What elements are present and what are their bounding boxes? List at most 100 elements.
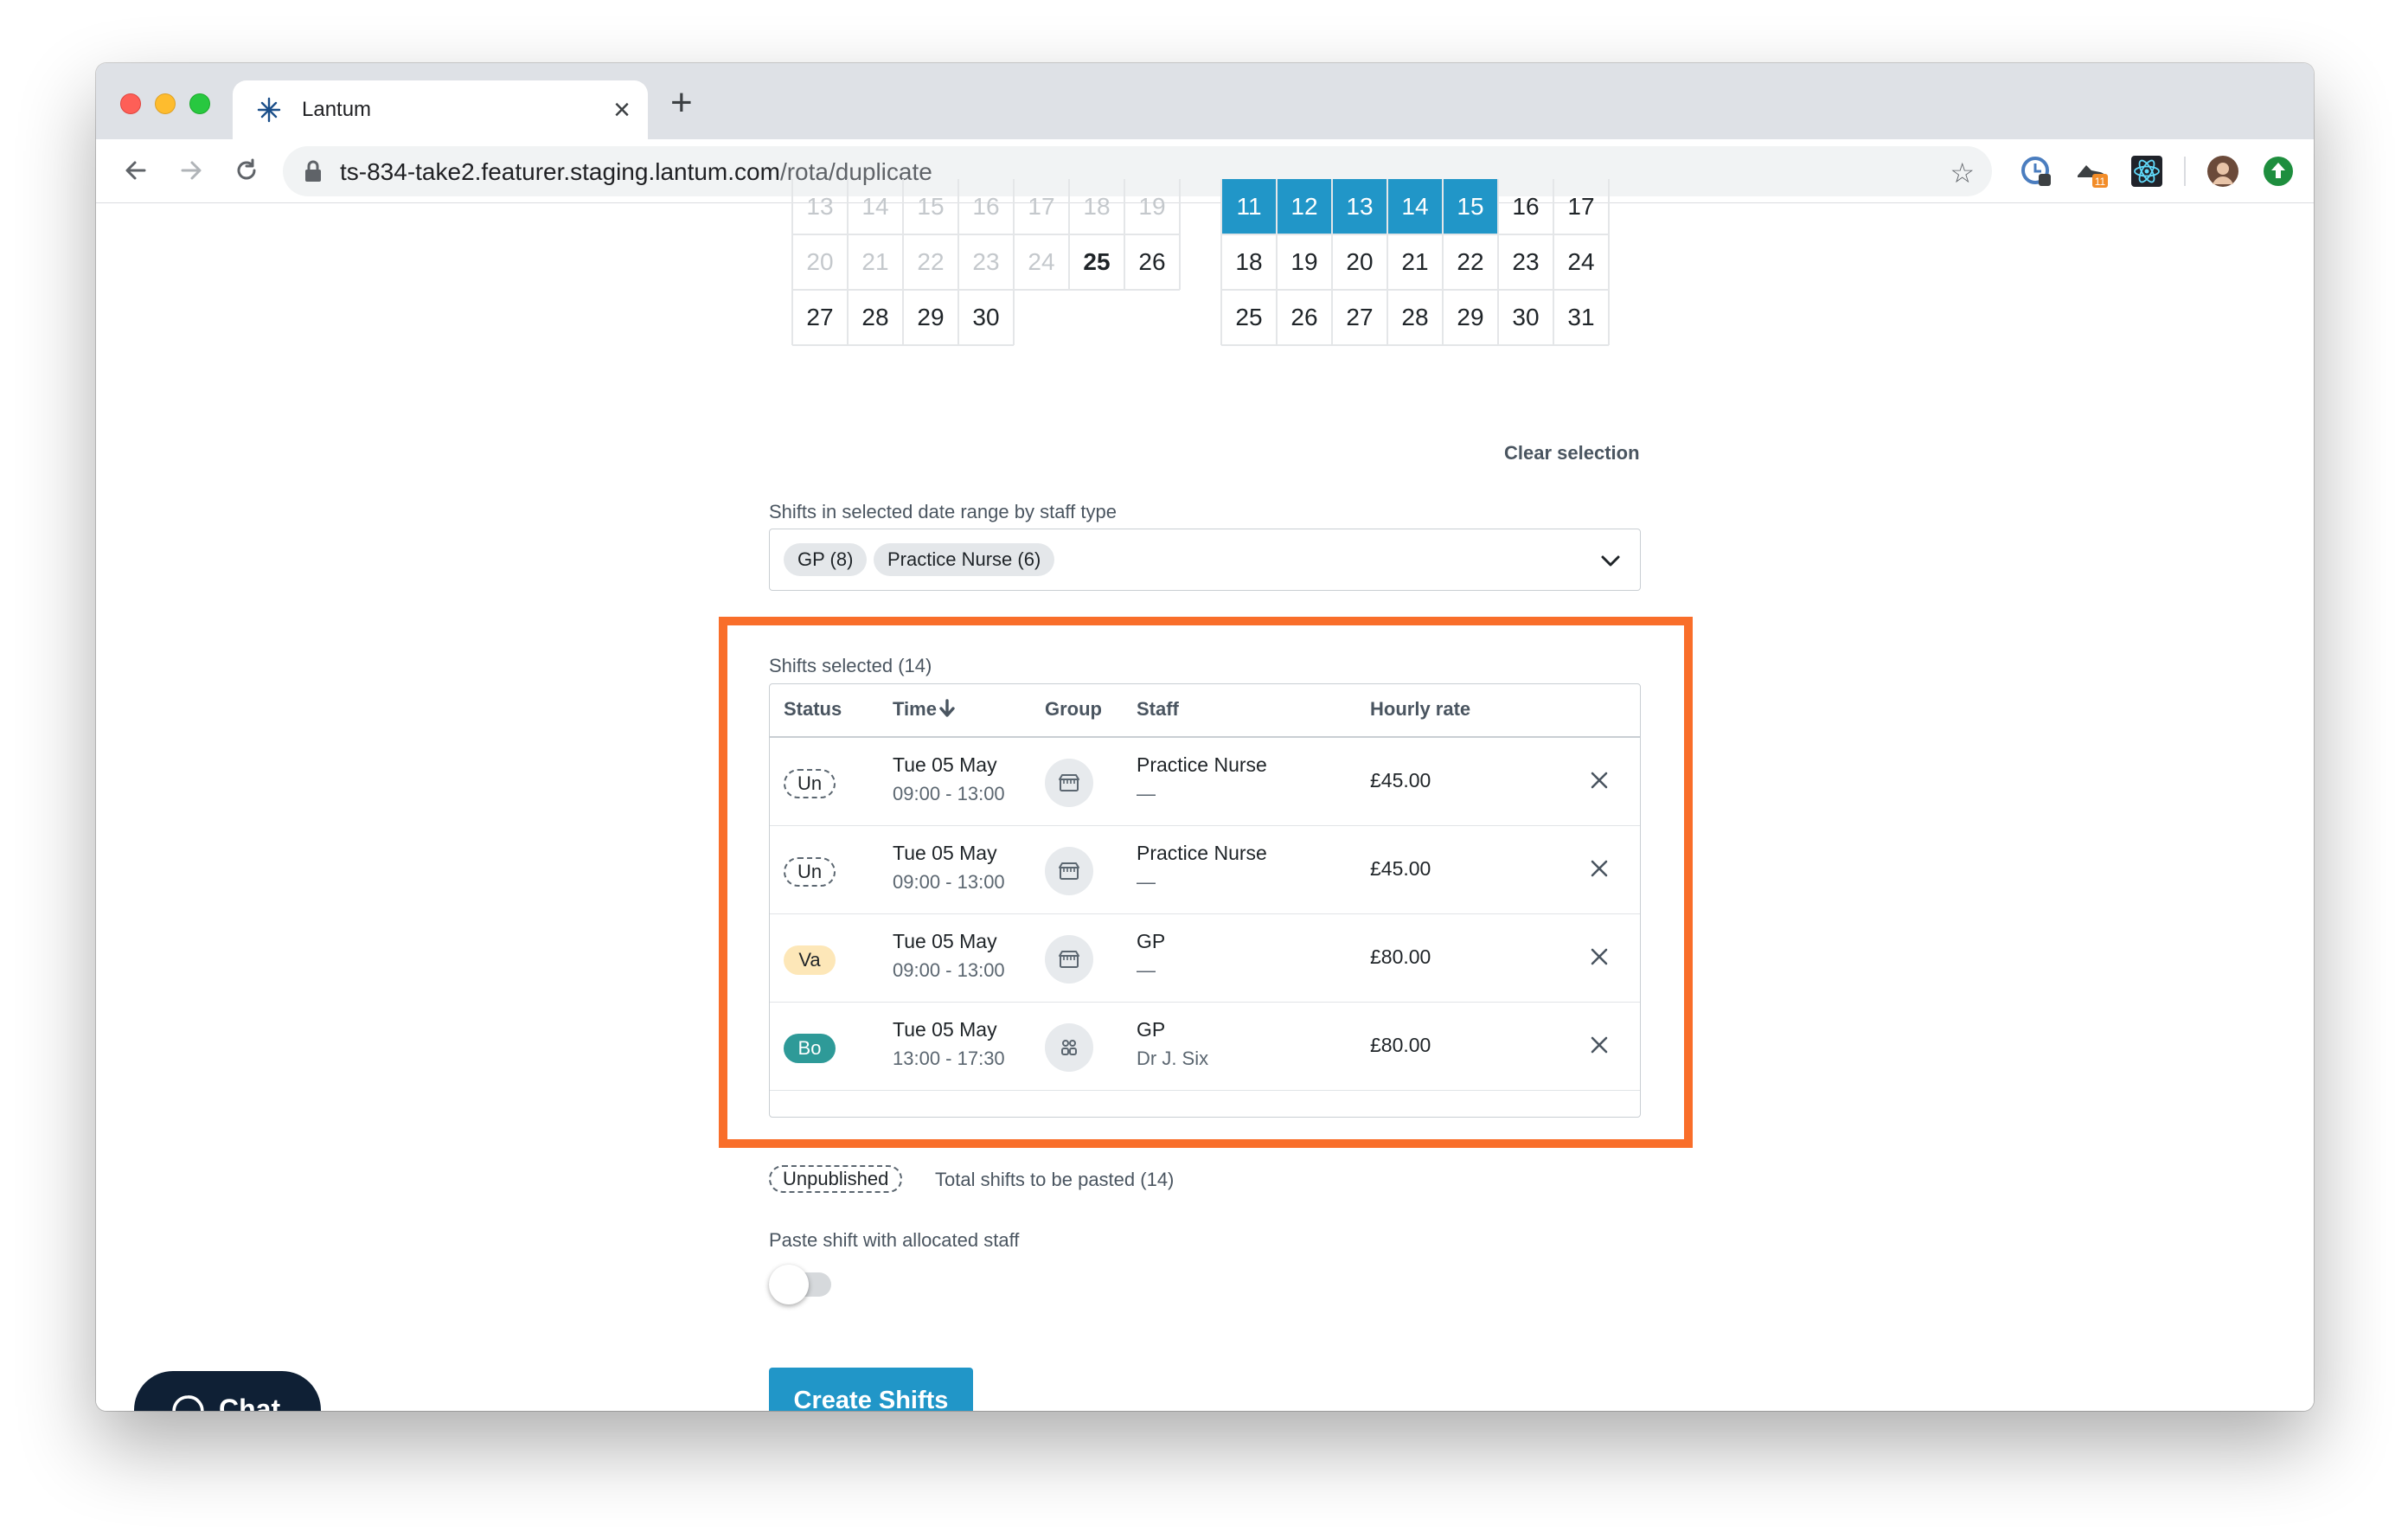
shift-time: 09:00 - 13:00 [893, 959, 1005, 981]
chip-gp[interactable]: GP (8) [784, 543, 868, 576]
calendar-grid-line [1221, 344, 1609, 346]
calendar-grid-line [791, 234, 793, 290]
update-arrow-icon[interactable] [2262, 155, 2295, 188]
profile-avatar-icon[interactable] [2206, 155, 2239, 188]
calendar-right-day[interactable]: 21 [1387, 234, 1443, 290]
remove-shift-icon[interactable] [1586, 944, 1612, 970]
remove-shift-icon[interactable] [1586, 767, 1612, 793]
header-staff[interactable]: Staff [1137, 698, 1179, 721]
calendar-right-day[interactable]: 17 [1553, 179, 1609, 234]
calendar-right-day[interactable]: 20 [1332, 234, 1387, 290]
calendar-right-day[interactable]: 13 [1332, 179, 1387, 234]
calendar-left-day[interactable]: 25 [1069, 234, 1124, 290]
browser-tab[interactable]: Lantum × [233, 80, 648, 139]
tab-title: Lantum [302, 98, 372, 121]
calendar-right-day[interactable]: 18 [1221, 234, 1277, 290]
calendar-left-day: 18 [1083, 193, 1111, 220]
calendar-grid-line [1553, 234, 1554, 290]
calendar-left-day[interactable]: 30 [958, 290, 1014, 345]
calendar-grid-line [847, 290, 849, 345]
new-tab-icon[interactable]: + [670, 84, 693, 122]
calendar-left-day: 23 [972, 248, 1000, 275]
calendar-grid-line [1497, 290, 1499, 345]
reload-icon[interactable] [229, 153, 264, 188]
table-row: Un Tue 05 May 09:00 - 13:00 Practice Nurse —… [770, 738, 1640, 826]
remove-shift-icon[interactable] [1586, 1032, 1612, 1058]
calendar-right-day[interactable]: 24 [1553, 234, 1609, 290]
extension-sneaker-icon[interactable]: 11 [2075, 155, 2108, 188]
calendar-grid-line [791, 290, 793, 345]
calendar-left-day: 21 [861, 248, 889, 275]
staff-type-select[interactable]: GP (8) Practice Nurse (6) [769, 529, 1641, 591]
hourly-rate: £80.00 [1370, 945, 1431, 968]
calendar-right-day[interactable]: 28 [1387, 290, 1443, 345]
shift-time: 09:00 - 13:00 [893, 871, 1005, 893]
staff-name: — [1137, 959, 1156, 981]
hourly-rate: £45.00 [1370, 857, 1431, 880]
calendar-right-day[interactable]: 19 [1277, 234, 1332, 290]
calendar-right-day[interactable]: 26 [1277, 290, 1332, 345]
status-badge: Un [784, 769, 836, 798]
paste-toggle-label: Paste shift with allocated staff [769, 1229, 1020, 1251]
table-row: Bo Tue 05 May 13:00 - 17:30 GP Dr J. Six £80.… [770, 1003, 1640, 1091]
chip-practice-nurse[interactable]: Practice Nurse (6) [874, 543, 1055, 576]
calendar-right-day[interactable]: 15 [1443, 179, 1498, 234]
clear-selection-link[interactable]: Clear selection [1504, 442, 1640, 465]
calendar-grid-line [1124, 179, 1125, 234]
calendar-left-day[interactable]: 28 [848, 290, 903, 345]
header-hourly-rate[interactable]: Hourly rate [1370, 698, 1470, 721]
calendar-right-day[interactable]: 12 [1277, 179, 1332, 234]
remove-shift-icon[interactable] [1586, 856, 1612, 881]
close-window-button[interactable] [120, 93, 141, 114]
back-arrow-icon[interactable] [118, 153, 153, 188]
minimize-window-button[interactable] [155, 93, 176, 114]
calendar-right-day[interactable]: 27 [1332, 290, 1387, 345]
calendar-left-day: 14 [861, 193, 889, 220]
maximize-window-button[interactable] [189, 93, 210, 114]
page-content: 13 14 15 16 17 18 19 20 21 22 23 24 25 26 27 28 29 30 11 1… [96, 179, 2314, 1411]
calendar-left-day: 20 [806, 248, 834, 275]
calendar-right-day[interactable]: 23 [1498, 234, 1553, 290]
hourly-rate: £45.00 [1370, 769, 1431, 791]
calendar-right-day[interactable]: 31 [1553, 290, 1609, 345]
calendar-grid-line [1442, 234, 1444, 290]
calendar-left-day[interactable]: 29 [903, 290, 958, 345]
calendar-right-day[interactable]: 14 [1387, 179, 1443, 234]
calendar-left-day[interactable]: 26 [1124, 234, 1180, 290]
calendar-grid-line [1442, 179, 1444, 234]
shift-date: Tue 05 May [893, 753, 997, 776]
calendar-right-day[interactable]: 11 [1221, 179, 1277, 234]
shift-time: 13:00 - 17:30 [893, 1048, 1005, 1069]
calendar-right-day[interactable]: 29 [1443, 290, 1498, 345]
extension-clock-icon[interactable] [2020, 155, 2053, 188]
staff-name: — [1137, 783, 1156, 804]
header-time[interactable]: Time [893, 698, 956, 721]
calendar-left-day[interactable]: 27 [792, 290, 848, 345]
create-shifts-button[interactable]: Create Shifts [769, 1368, 973, 1411]
calendar-grid-line [957, 179, 959, 234]
calendar-right-day[interactable]: 16 [1498, 179, 1553, 234]
calendar-right-day[interactable]: 30 [1498, 290, 1553, 345]
bookmark-star-icon[interactable]: ☆ [1950, 157, 1975, 189]
calendar-left-day: 16 [972, 193, 1000, 220]
calendar-right-day[interactable]: 25 [1221, 290, 1277, 345]
header-group[interactable]: Group [1045, 698, 1102, 721]
chevron-down-icon[interactable] [1598, 548, 1623, 573]
chat-button[interactable]: Chat [134, 1371, 321, 1411]
staff-name: — [1137, 871, 1156, 893]
extension-badge: 11 [2095, 176, 2106, 188]
calendar-grid-line [1553, 179, 1554, 234]
staff-type-label: Shifts in selected date range by staff t… [769, 501, 1117, 522]
paste-staff-toggle[interactable] [769, 1265, 831, 1304]
forward-arrow-icon[interactable] [174, 153, 208, 188]
react-devtools-icon[interactable] [2130, 155, 2163, 188]
calendar-grid-line [902, 179, 904, 234]
calendar-grid-line [1553, 290, 1554, 345]
calendar-grid-line [1608, 290, 1610, 345]
staff-type: Practice Nurse [1137, 842, 1267, 864]
tab-close-icon[interactable]: × [613, 93, 631, 127]
calendar-right-day[interactable]: 22 [1443, 234, 1498, 290]
shift-date: Tue 05 May [893, 1018, 997, 1041]
calendar-grid-line [1220, 234, 1222, 290]
header-status[interactable]: Status [784, 698, 842, 721]
